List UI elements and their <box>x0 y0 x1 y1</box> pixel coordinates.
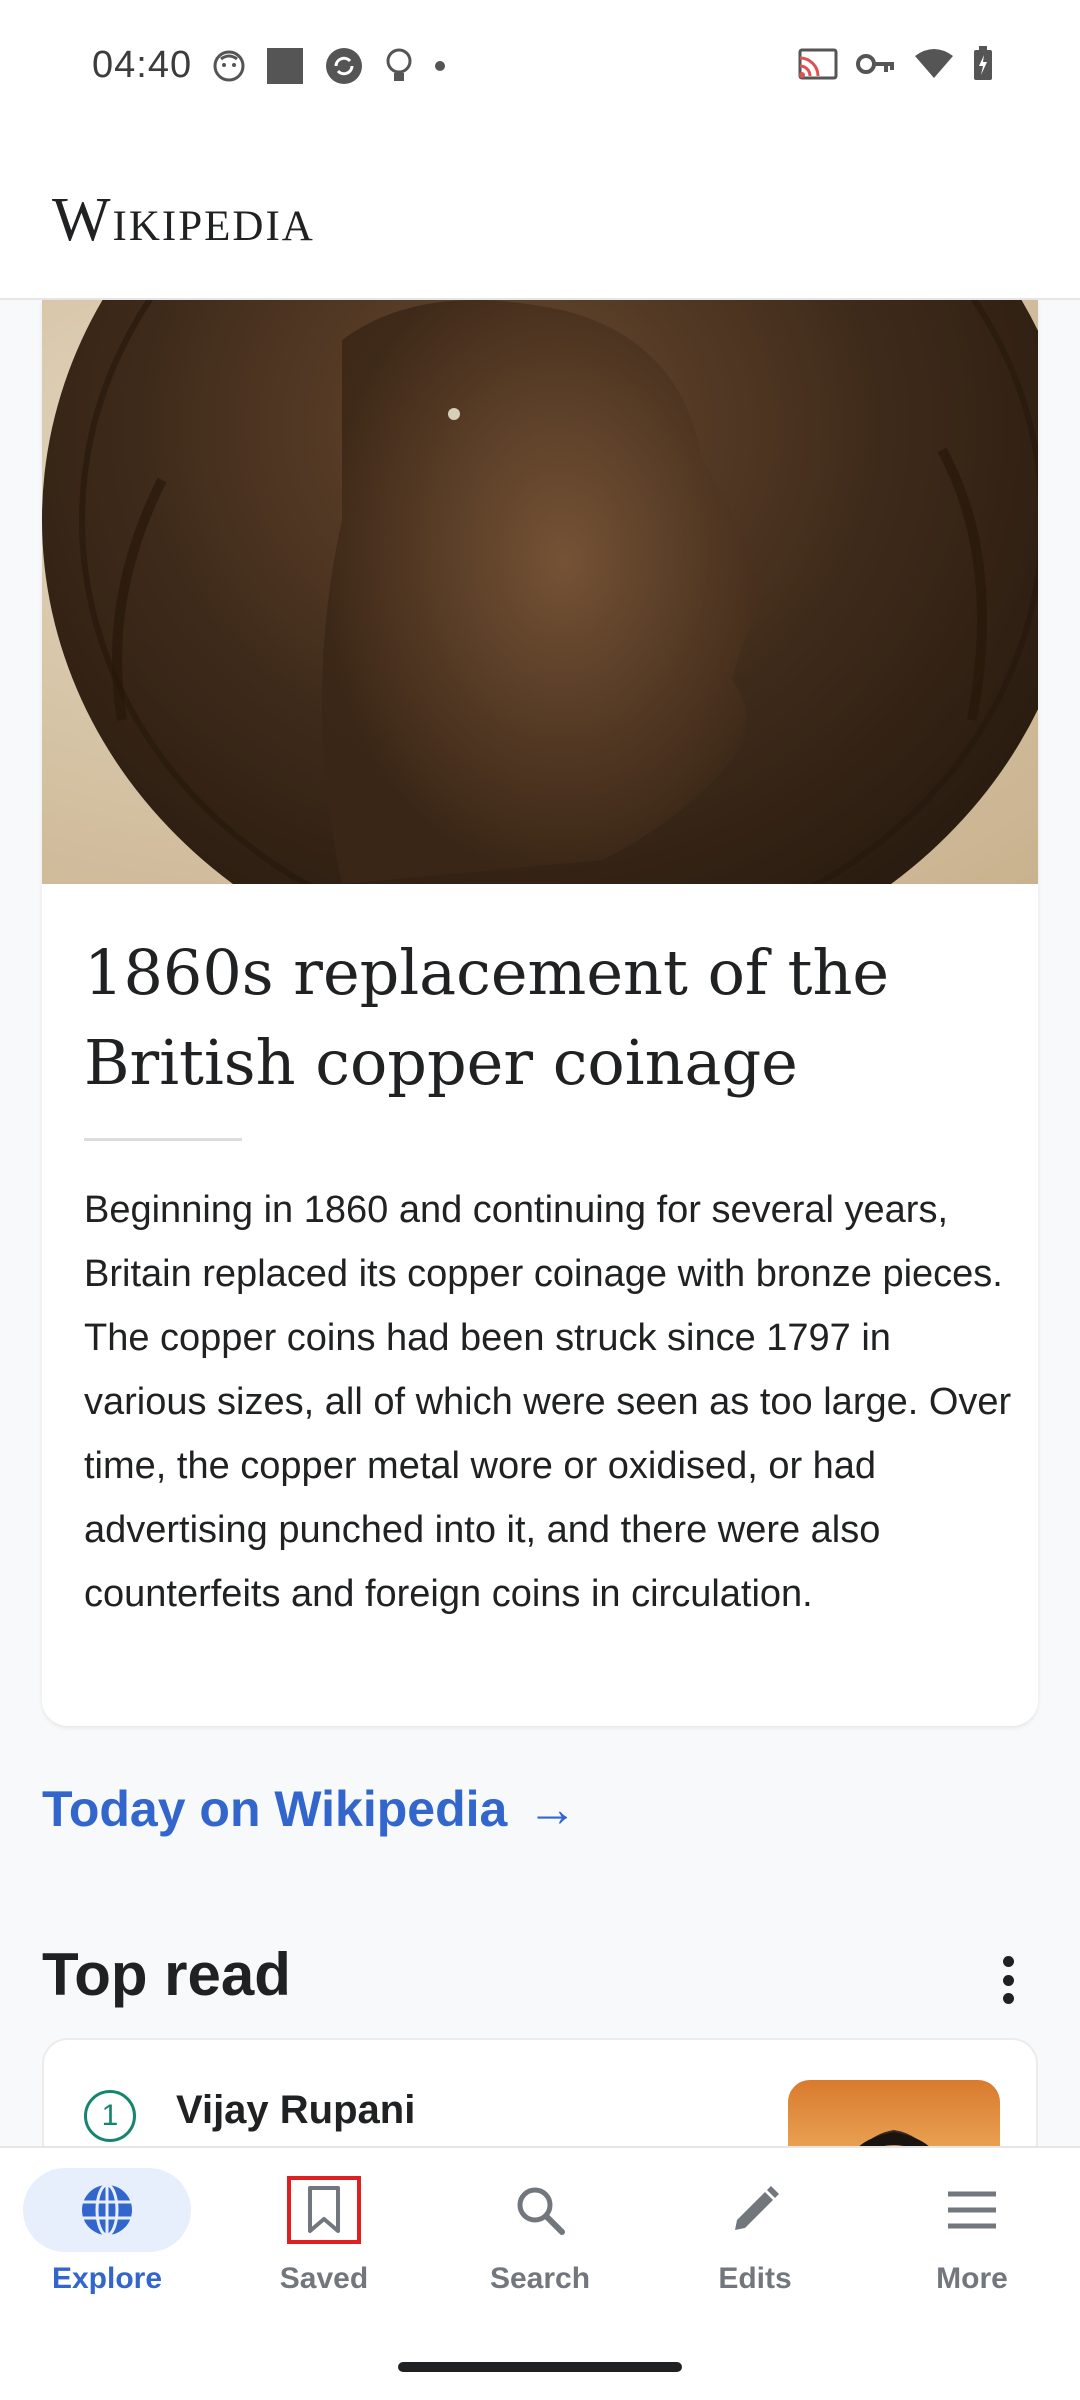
top-read-heading: Top read <box>42 1941 291 2008</box>
coin-image <box>42 300 1038 884</box>
home-indicator[interactable] <box>398 2362 682 2372</box>
cast-icon <box>798 48 838 80</box>
wikipedia-wordmark: Wikipedia <box>52 186 315 254</box>
saved-highlight-box <box>287 2176 361 2244</box>
nav-edits-label: Edits <box>718 2262 792 2295</box>
nav-explore[interactable]: Explore <box>7 2168 207 2318</box>
status-bar: 04:40 <box>0 0 1080 135</box>
pencil-icon <box>735 2186 779 2230</box>
featured-article-title[interactable]: 1860s replacement of the British copper … <box>84 928 1004 1108</box>
featured-article-extract: Beginning in 1860 and continuing for sev… <box>84 1189 1012 1615</box>
top-read-item-title[interactable]: Vijay Rupani <box>176 2088 415 2133</box>
today-on-wikipedia-link[interactable]: Today on Wikipedia → <box>42 1780 577 1838</box>
arrow-right-icon: → <box>527 1781 578 1837</box>
bookmark-icon <box>308 2186 340 2233</box>
nav-search[interactable]: Search <box>440 2168 640 2318</box>
today-link-label: Today on Wikipedia <box>42 1781 508 1837</box>
nav-edits[interactable]: Edits <box>655 2168 855 2318</box>
featured-article-image[interactable] <box>42 300 1038 884</box>
sync-icon <box>326 48 362 84</box>
dot-icon <box>435 61 445 71</box>
card-divider <box>84 1138 242 1141</box>
search-icon <box>517 2187 565 2235</box>
status-system-icons <box>798 46 994 82</box>
lightbulb-icon <box>386 48 412 81</box>
status-time: 04:40 <box>92 44 193 86</box>
nav-search-label: Search <box>489 2262 591 2295</box>
status-notification-icons <box>212 46 446 86</box>
battery-icon <box>974 46 992 80</box>
square-app-icon <box>267 48 303 84</box>
nav-explore-label: Explore <box>51 2262 163 2295</box>
face-icon <box>213 50 245 82</box>
rank-badge: 1 <box>84 2090 136 2142</box>
overflow-menu-icon[interactable] <box>988 1950 1028 2010</box>
key-icon <box>856 54 894 74</box>
app-header: Wikipedia <box>0 135 1080 300</box>
nav-more[interactable]: More <box>872 2168 1072 2318</box>
nav-more-label: More <box>936 2262 1008 2295</box>
nav-saved-label: Saved <box>279 2262 369 2295</box>
wifi-icon <box>915 49 953 78</box>
menu-icon <box>948 2191 996 2229</box>
globe-icon <box>82 2183 132 2237</box>
featured-article-card[interactable]: 1860s replacement of the British copper … <box>42 300 1038 1726</box>
nav-saved[interactable]: Saved <box>224 2168 424 2318</box>
